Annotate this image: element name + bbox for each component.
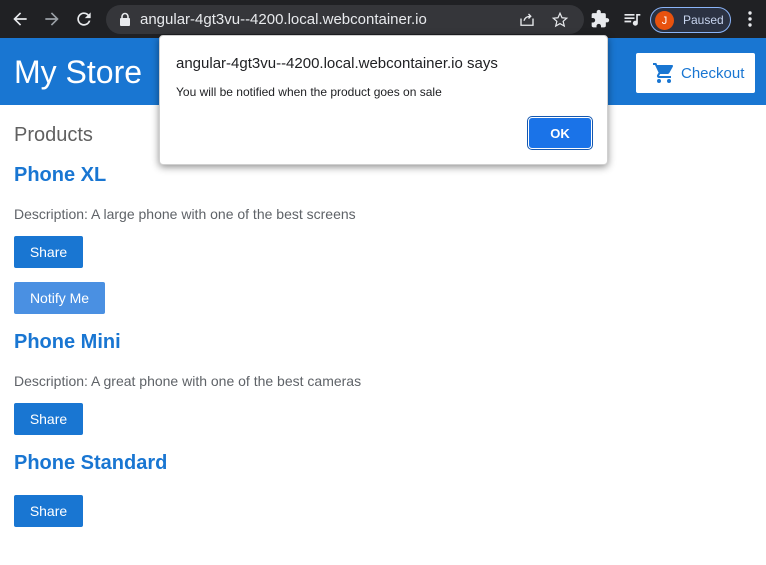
store-title-link[interactable]: My Store <box>14 54 142 91</box>
share-button[interactable]: Share <box>14 236 83 268</box>
reload-icon[interactable] <box>72 7 96 31</box>
product-description: Description: A great phone with one of t… <box>14 373 362 389</box>
lock-icon <box>118 12 132 27</box>
checkout-button[interactable]: Checkout <box>636 53 755 93</box>
dialog-message: You will be notified when the product go… <box>176 85 442 99</box>
more-icon[interactable] <box>740 9 760 29</box>
media-icon[interactable] <box>622 9 642 29</box>
extensions-icon[interactable] <box>590 9 610 29</box>
profile-button[interactable]: J Paused <box>650 7 731 33</box>
alert-dialog: angular-4gt3vu--4200.local.webcontainer.… <box>159 35 608 165</box>
url-text[interactable]: angular-4gt3vu--4200.local.webcontainer.… <box>140 11 427 28</box>
checkout-label: Checkout <box>681 64 745 82</box>
products-heading: Products <box>14 124 93 146</box>
ok-button[interactable]: OK <box>527 116 593 150</box>
notify-me-button[interactable]: Notify Me <box>14 282 105 314</box>
star-icon[interactable] <box>551 11 569 29</box>
profile-status: Paused <box>683 13 724 27</box>
share-icon[interactable] <box>518 11 536 29</box>
product-name-link[interactable]: Phone XL <box>14 164 106 187</box>
browser-toolbar: angular-4gt3vu--4200.local.webcontainer.… <box>0 0 766 38</box>
share-button[interactable]: Share <box>14 495 83 527</box>
cart-icon <box>653 63 674 83</box>
product-description: Description: A large phone with one of t… <box>14 206 356 222</box>
dialog-origin: angular-4gt3vu--4200.local.webcontainer.… <box>176 55 498 72</box>
avatar: J <box>655 11 674 30</box>
forward-icon[interactable] <box>40 7 64 31</box>
product-name-link[interactable]: Phone Mini <box>14 331 121 354</box>
back-icon[interactable] <box>8 7 32 31</box>
share-button[interactable]: Share <box>14 403 83 435</box>
address-bar[interactable]: angular-4gt3vu--4200.local.webcontainer.… <box>106 5 584 34</box>
product-name-link[interactable]: Phone Standard <box>14 452 167 475</box>
